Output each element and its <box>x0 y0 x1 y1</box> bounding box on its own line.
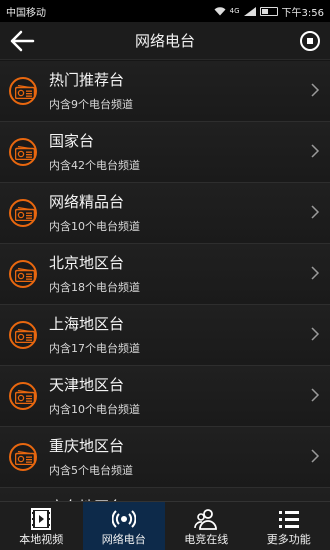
wifi-icon <box>214 6 226 15</box>
chevron-right-icon <box>311 144 320 158</box>
station-channel-count: 内含10个电台频道 <box>49 403 140 416</box>
clock-label: 下午3:56 <box>281 7 324 19</box>
station-channel-count: 内含42个电台频道 <box>49 159 140 172</box>
bottom-tab-bar: 本地视频 网络电台 电竞在线 更多功能 <box>0 501 330 550</box>
tab-more[interactable]: 更多功能 <box>248 502 330 550</box>
radio-icon <box>9 199 37 227</box>
radio-icon <box>9 260 37 288</box>
radio-icon <box>9 382 37 410</box>
station-list-item[interactable]: 热门推荐台内含9个电台频道 <box>0 61 330 122</box>
chevron-right-icon <box>311 449 320 463</box>
chevron-right-icon <box>311 266 320 280</box>
carrier-label: 中国移动 <box>6 7 46 19</box>
station-list-item[interactable]: 网络精品台内含10个电台频道 <box>0 183 330 244</box>
tab-label: 更多功能 <box>266 533 311 546</box>
tab-net-radio[interactable]: 网络电台 <box>82 502 165 550</box>
station-name: 国家台 <box>49 132 95 150</box>
chevron-right-icon <box>311 388 320 402</box>
status-icons: 4G 下午3:56 <box>214 4 324 19</box>
tab-esports[interactable]: 电竞在线 <box>165 502 248 550</box>
film-icon <box>31 508 52 530</box>
station-name: 天津地区台 <box>49 376 125 394</box>
station-name: 热门推荐台 <box>49 71 125 89</box>
station-name: 网络精品台 <box>49 193 125 211</box>
station-list: 热门推荐台 内含9个电台频道 国家台 内含42个电台频道 网络精品台 内含10个电台频道北… <box>0 61 330 501</box>
stop-circle-icon[interactable] <box>300 31 320 51</box>
station-list-item[interactable]: 广东地区台 <box>0 488 330 501</box>
status-bar: 中国移动 4G 下午3:56 <box>0 0 330 22</box>
tab-local-video[interactable]: 本地视频 <box>0 502 83 550</box>
battery-icon <box>259 6 278 16</box>
chevron-right-icon <box>311 327 320 341</box>
station-list-item[interactable]: 国家台内含42个电台频道 <box>0 122 330 183</box>
chevron-right-icon <box>311 83 320 97</box>
station-channel-count: 内含17个电台频道 <box>49 342 140 355</box>
menu-list-icon <box>278 511 299 528</box>
signal-icon <box>243 6 256 16</box>
station-channel-count: 内含18个电台频道 <box>49 281 140 294</box>
station-channel-count: 内含10个电台频道 <box>49 220 140 233</box>
station-list-item[interactable]: 天津地区台内含10个电台频道 <box>0 366 330 427</box>
chevron-right-icon <box>311 205 320 219</box>
radio-icon <box>9 138 37 166</box>
station-channel-count: 内含9个电台频道 <box>49 98 133 111</box>
radio-icon <box>9 443 37 471</box>
station-name: 上海地区台 <box>49 315 125 333</box>
station-name: 北京地区台 <box>49 254 125 272</box>
header-bar: 网络电台 <box>0 22 330 60</box>
station-name: 重庆地区台 <box>49 437 125 455</box>
page-title: 网络电台 <box>134 32 195 50</box>
station-list-item[interactable]: 重庆地区台内含5个电台频道 <box>0 427 330 488</box>
radio-icon <box>9 321 37 349</box>
network-type-label: 4G <box>229 7 240 15</box>
radio-wave-icon <box>111 510 136 528</box>
tab-label: 本地视频 <box>19 533 64 546</box>
station-list-item[interactable]: 北京地区台内含18个电台频道 <box>0 244 330 305</box>
station-channel-count: 内含5个电台频道 <box>49 464 133 477</box>
users-icon <box>194 509 218 530</box>
station-list-item[interactable]: 上海地区台内含17个电台频道 <box>0 305 330 366</box>
radio-icon <box>9 77 37 105</box>
tab-label: 网络电台 <box>101 533 146 546</box>
tab-label: 电竞在线 <box>184 533 229 546</box>
